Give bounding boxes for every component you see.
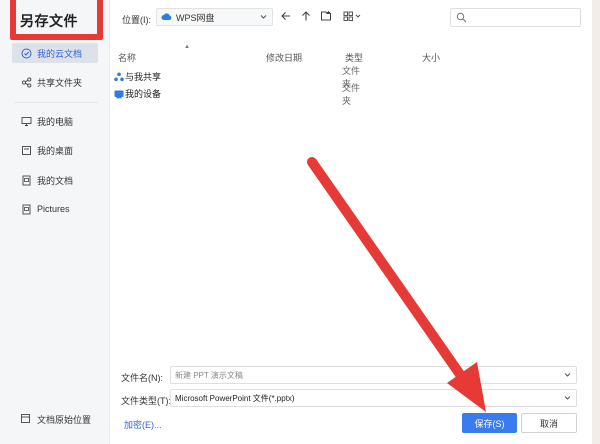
column-header-name[interactable]: 名称	[118, 51, 136, 64]
filetype-select[interactable]: Microsoft PowerPoint 文件(*.pptx)	[170, 389, 577, 407]
up-button[interactable]	[298, 9, 314, 25]
search-icon	[456, 12, 467, 25]
document-icon	[20, 174, 32, 186]
sidebar-item-my-computer[interactable]: 我的电脑	[12, 111, 98, 131]
document-location-icon	[20, 413, 31, 426]
filetype-label: 文件类型(T):	[121, 396, 171, 406]
column-header-modified[interactable]: 修改日期	[266, 51, 302, 64]
file-row[interactable]: 我的设备 文件夹	[113, 83, 363, 106]
save-as-dialog: 另存文件 我的云文档 共享文件夹 我的电脑 我的桌面 我的文档 Pictures…	[0, 0, 600, 444]
sort-ascending-icon: ▲	[184, 44, 190, 50]
sidebar-item-pictures[interactable]: Pictures	[12, 199, 98, 219]
chevron-down-icon	[259, 12, 268, 23]
arrow-up-icon	[300, 10, 312, 24]
file-name: 与我共享	[125, 72, 162, 82]
chevron-down-icon[interactable]	[563, 370, 572, 381]
file-row[interactable]: 与我共享 文件夹	[113, 66, 363, 89]
filename-input[interactable]: 新建 PPT 演示文稿	[170, 366, 577, 384]
share-icon	[20, 76, 32, 88]
location-value: WPS网盘	[176, 12, 215, 23]
original-location-button[interactable]: 文档原始位置	[20, 413, 91, 426]
desktop-icon	[20, 144, 32, 156]
back-button[interactable]	[278, 9, 294, 25]
device-folder-icon	[113, 88, 124, 99]
file-name: 我的设备	[125, 89, 162, 99]
grid-view-icon	[343, 10, 363, 24]
view-mode-button[interactable]	[342, 9, 364, 25]
sidebar-item-label: 共享文件夹	[37, 77, 83, 88]
column-header-size[interactable]: 大小	[422, 51, 440, 64]
window-edge	[592, 0, 600, 444]
sidebar-item-desktop[interactable]: 我的桌面	[12, 140, 98, 160]
arrow-left-icon	[280, 10, 292, 24]
pictures-icon	[20, 203, 32, 215]
sidebar-item-label: Pictures	[37, 204, 70, 214]
new-folder-button[interactable]	[318, 9, 334, 25]
new-folder-icon	[320, 10, 332, 24]
cloud-doc-icon	[20, 47, 32, 59]
dialog-title: 另存文件	[20, 13, 78, 29]
column-header-type[interactable]: 类型	[345, 51, 363, 64]
chevron-down-icon	[563, 393, 572, 404]
shared-folder-icon	[113, 71, 124, 82]
filetype-value: Microsoft PowerPoint 文件(*.pptx)	[175, 393, 295, 403]
cloud-icon	[161, 12, 172, 23]
original-location-label: 文档原始位置	[37, 415, 92, 425]
cancel-button[interactable]: 取消	[521, 413, 577, 433]
sidebar-item-label: 我的电脑	[37, 116, 74, 127]
sidebar-item-label: 我的文档	[37, 175, 74, 186]
sidebar-item-shared-folder[interactable]: 共享文件夹	[12, 72, 98, 92]
sidebar-item-label: 我的云文档	[37, 48, 83, 59]
location-label: 位置(I):	[122, 15, 151, 25]
monitor-icon	[20, 115, 32, 127]
file-type: 文件夹	[342, 82, 361, 106]
search-input[interactable]	[450, 8, 581, 27]
location-select[interactable]: WPS网盘	[156, 8, 273, 26]
sidebar-divider	[14, 102, 98, 103]
filename-label: 文件名(N):	[121, 373, 163, 383]
sidebar-item-label: 我的桌面	[37, 145, 74, 156]
sidebar: 另存文件 我的云文档 共享文件夹 我的电脑 我的桌面 我的文档 Pictures…	[0, 0, 110, 444]
sidebar-item-cloud-docs[interactable]: 我的云文档	[12, 43, 98, 63]
save-button[interactable]: 保存(S)	[462, 413, 517, 433]
encrypt-link[interactable]: 加密(E)...	[124, 418, 162, 431]
filename-value: 新建 PPT 演示文稿	[175, 370, 243, 380]
sidebar-item-documents[interactable]: 我的文档	[12, 170, 98, 190]
